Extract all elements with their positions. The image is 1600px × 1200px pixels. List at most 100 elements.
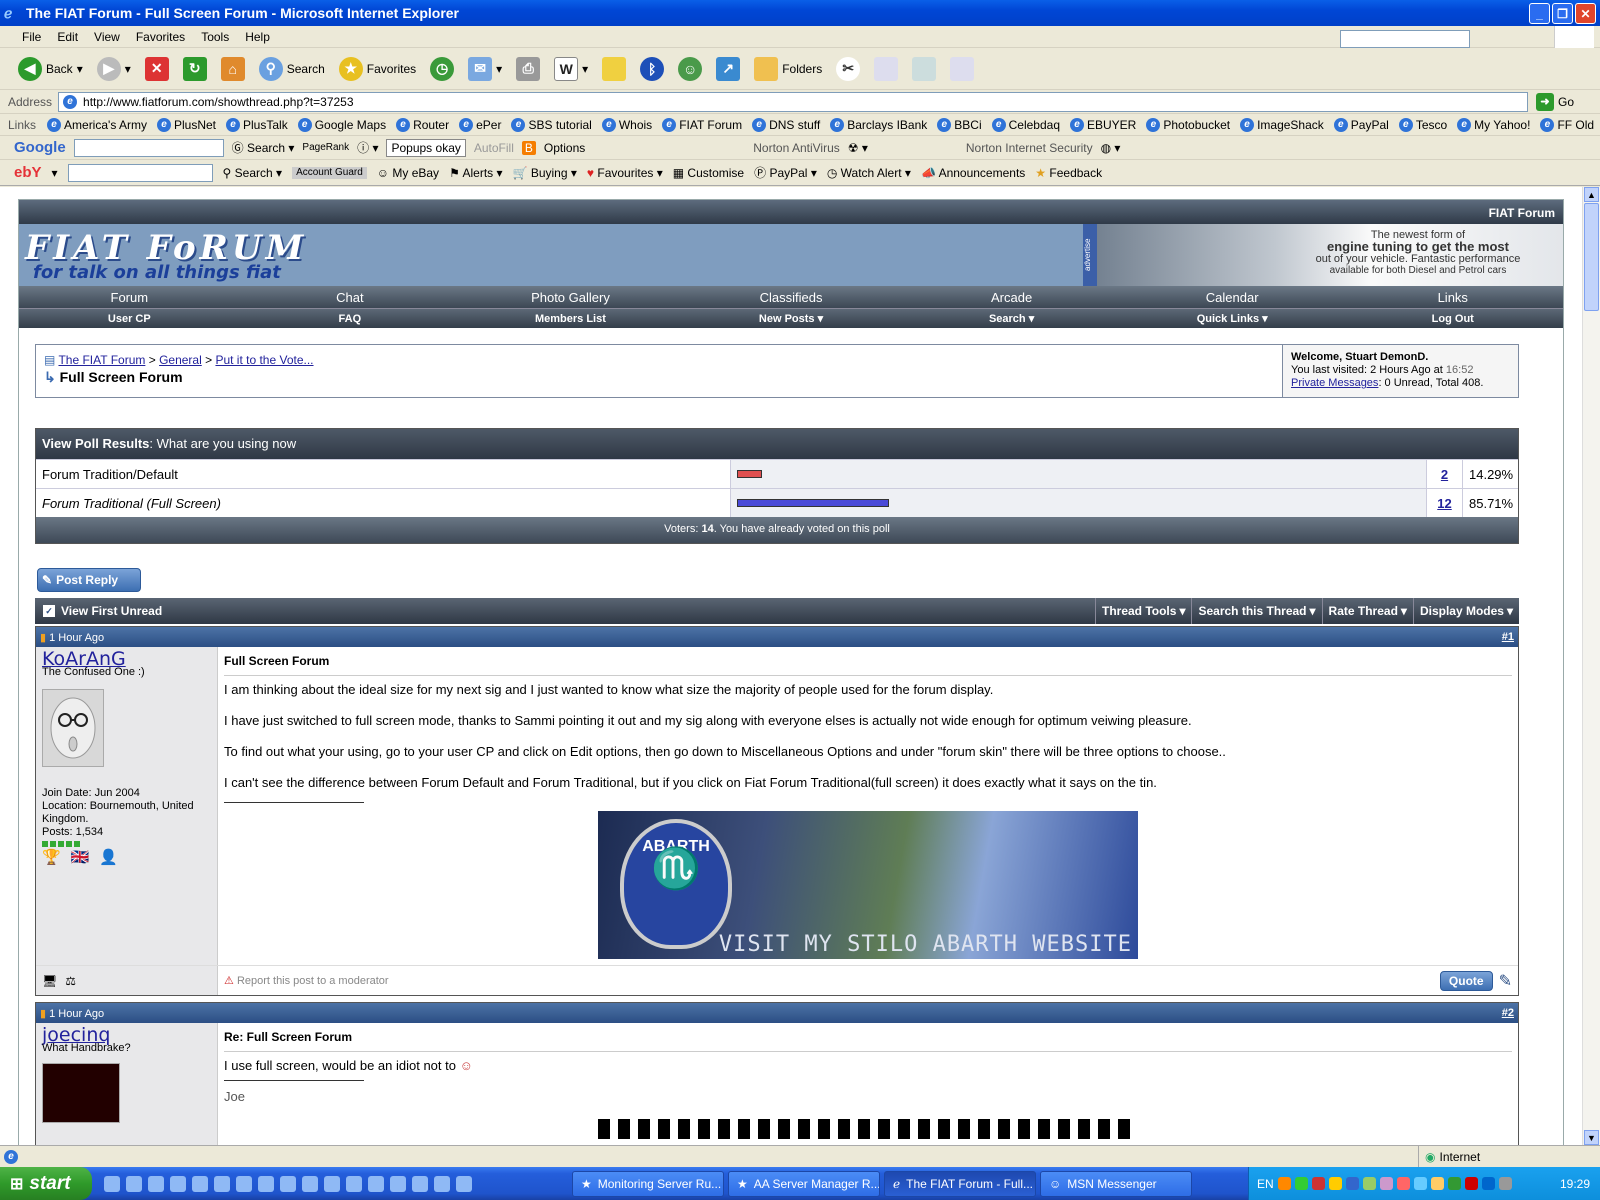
scroll-thumb[interactable] (1584, 203, 1599, 311)
report-post-link[interactable]: ⚠ Report this post to a moderator (224, 974, 389, 987)
google-logo[interactable]: Google (14, 139, 66, 156)
refresh-button[interactable]: ↻ (179, 55, 211, 83)
norton-internet-security[interactable]: Norton Internet Security (966, 141, 1093, 155)
nav-arcade[interactable]: Arcade (901, 290, 1122, 305)
username-link[interactable]: joecinq (42, 1026, 211, 1045)
link-eper[interactable]: e ePer (454, 117, 506, 132)
quicklaunch-icon[interactable] (170, 1175, 186, 1192)
link-ff-old[interactable]: e FF Old (1535, 117, 1599, 132)
clock[interactable]: 19:29 (1560, 1177, 1600, 1191)
quicklaunch-icon[interactable] (258, 1175, 274, 1192)
my-ebay-button[interactable]: ☺ My eBay (377, 166, 439, 180)
quicklaunch-icon[interactable] (390, 1175, 406, 1192)
options-button[interactable]: Options (544, 141, 585, 155)
tray-icon[interactable] (1396, 1177, 1410, 1190)
link-celebdaq[interactable]: e Celebdaq (987, 117, 1065, 132)
minimize-button[interactable]: _ (1529, 3, 1550, 24)
quicklaunch-icon[interactable] (368, 1175, 384, 1192)
popups-button[interactable]: Popups okay (386, 138, 466, 157)
scroll-down-arrow[interactable]: ▼ (1584, 1130, 1599, 1145)
nav-new-posts[interactable]: New Posts ▾ (681, 312, 902, 325)
forward-button[interactable]: ▶ ▾ (93, 55, 135, 83)
vertical-scrollbar[interactable]: ▲ ▼ (1582, 187, 1600, 1145)
taskbar-button-aa-server[interactable]: ★ AA Server Manager R... (728, 1170, 880, 1197)
link-plusnet[interactable]: e PlusNet (152, 117, 221, 132)
mail-button[interactable]: ✉ ▾ (464, 55, 506, 83)
norton-icon[interactable]: ☢ ▾ (848, 141, 868, 155)
taskbar-button-msn[interactable]: ☺ MSN Messenger (1040, 1170, 1192, 1197)
menu-file[interactable]: File (14, 30, 49, 44)
history-button[interactable]: ◷ (426, 55, 458, 83)
research-button[interactable]: ↗ (712, 55, 744, 83)
private-messages-link[interactable]: Private Messages (1291, 377, 1378, 389)
alerts-button[interactable]: ⚑ Alerts ▾ (449, 166, 502, 180)
ebay-logo[interactable]: ebY (14, 164, 42, 181)
taskbar-button-monitoring[interactable]: ★ Monitoring Server Ru... (572, 1170, 724, 1197)
quicklaunch-icon[interactable] (346, 1175, 362, 1192)
multiquote-icon[interactable]: ✎ (1499, 971, 1512, 991)
poll-votes-link[interactable]: 2 (1441, 467, 1448, 482)
link-plustalk[interactable]: e PlusTalk (221, 117, 293, 132)
folders-button[interactable]: Folders (750, 55, 826, 83)
quicklaunch-icon[interactable] (236, 1175, 252, 1192)
quicklaunch-icon[interactable] (126, 1175, 142, 1192)
nav-chat[interactable]: Chat (240, 290, 461, 305)
post-number-link[interactable]: #2 (1502, 1007, 1514, 1019)
link-whois[interactable]: e Whois (597, 117, 657, 132)
link-americas-army[interactable]: e America's Army (42, 117, 152, 132)
tray-icon[interactable] (1481, 1177, 1495, 1190)
nav-log-out[interactable]: Log Out (1342, 313, 1563, 325)
poll-votes-link[interactable]: 12 (1437, 496, 1451, 511)
language-indicator[interactable]: EN (1257, 1177, 1274, 1191)
nav-faq[interactable]: FAQ (240, 313, 461, 325)
thread-tools-menu[interactable]: Thread Tools ▾ (1094, 598, 1191, 624)
preview-button[interactable] (946, 55, 978, 83)
address-input[interactable]: e http://www.fiatforum.com/showthread.ph… (58, 91, 1529, 112)
link-ebuyer[interactable]: e EBUYER (1065, 117, 1141, 132)
ebay-search-button[interactable]: ⚲ Search ▾ (223, 166, 283, 180)
link-tesco[interactable]: e Tesco (1394, 117, 1452, 132)
tray-icon[interactable] (1447, 1177, 1461, 1190)
tray-icon[interactable] (1311, 1177, 1325, 1190)
link-fiat-forum[interactable]: e FIAT Forum (657, 117, 747, 132)
quicklaunch-icon[interactable] (104, 1175, 120, 1192)
nav-photo-gallery[interactable]: Photo Gallery (460, 290, 681, 305)
menu-tools[interactable]: Tools (193, 30, 237, 44)
link-router[interactable]: e Router (391, 117, 454, 132)
link-google-maps[interactable]: e Google Maps (293, 117, 391, 132)
signature-image[interactable]: ABARTH ♏ VISIT MY STILO ABARTH WEBSITE (598, 811, 1138, 959)
link-sbs-tutorial[interactable]: e SBS tutorial (506, 117, 596, 132)
nav-links[interactable]: Links (1342, 290, 1563, 305)
tray-icon[interactable] (1498, 1177, 1512, 1190)
quicklaunch-icon[interactable] (434, 1175, 450, 1192)
maximize-button[interactable]: ❐ (1552, 3, 1573, 24)
quicklaunch-icon[interactable] (148, 1175, 164, 1192)
signature-image[interactable] (598, 1119, 1138, 1139)
quicklaunch-icon[interactable] (302, 1175, 318, 1192)
tray-icon[interactable] (1464, 1177, 1478, 1190)
username-link[interactable]: KoArAnG (42, 650, 211, 669)
tray-icon[interactable] (1277, 1177, 1291, 1190)
crumb-put-it-to-the-vote[interactable]: Put it to the Vote... (215, 353, 313, 367)
tray-icon[interactable] (1430, 1177, 1444, 1190)
nav-user-cp[interactable]: User CP (19, 313, 240, 325)
favourites-button[interactable]: ♥ Favourites ▾ (587, 166, 663, 180)
norton-antivirus[interactable]: Norton AntiVirus (753, 141, 840, 155)
forum-logo[interactable]: FIAT FoRUM for talk on all things fiat (25, 228, 307, 283)
ebay-search-input[interactable] (67, 163, 213, 182)
menu-favorites[interactable]: Favorites (128, 30, 193, 44)
info-icon[interactable]: ⓘ ▾ (357, 139, 378, 156)
customise-button[interactable]: ▦ Customise (673, 166, 744, 180)
quicklaunch-icon[interactable] (412, 1175, 428, 1192)
crumb-fiat-forum[interactable]: The FIAT Forum (58, 353, 145, 367)
home-button[interactable]: ⌂ (217, 55, 249, 83)
menubar-search-input[interactable] (1340, 30, 1470, 48)
quicklaunch-icon[interactable] (456, 1175, 472, 1192)
menu-view[interactable]: View (86, 30, 128, 44)
announcements-button[interactable]: 📣 Announcements (921, 166, 1025, 180)
notes-button[interactable] (598, 55, 630, 83)
quicklaunch-icon[interactable] (324, 1175, 340, 1192)
nav-quick-links[interactable]: Quick Links ▾ (1122, 312, 1343, 325)
rate-thread-menu[interactable]: Rate Thread ▾ (1321, 598, 1413, 624)
menu-help[interactable]: Help (237, 30, 278, 44)
